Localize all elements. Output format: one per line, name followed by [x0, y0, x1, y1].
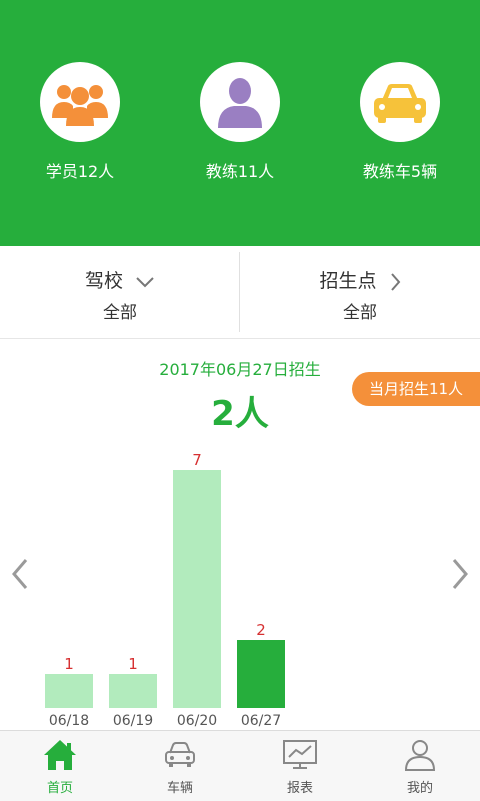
car-outline-icon: [165, 742, 195, 767]
chart-bar-06-19[interactable]: [109, 674, 157, 708]
chart-bar-06-20[interactable]: [173, 470, 221, 708]
nav-reports[interactable]: 报表: [240, 731, 360, 801]
site-filter[interactable]: 招生点 全部: [240, 246, 480, 338]
enrollment-chart: 1 06/18 1 06/19 7 06/20 2 06/27: [45, 451, 285, 729]
month-badge[interactable]: 当月招生11人: [352, 372, 480, 406]
chart-bar-06-18[interactable]: [45, 674, 93, 708]
chart-value-label: 2: [256, 621, 266, 639]
chevron-right-icon: [390, 272, 400, 291]
students-stat[interactable]: 学员12人: [0, 62, 160, 181]
site-filter-value: 全部: [343, 303, 377, 323]
report-icon: [283, 740, 317, 769]
nav-profile-label: 我的: [406, 781, 433, 796]
car-icon: [360, 62, 440, 142]
car-stat[interactable]: 教练车5辆: [320, 62, 480, 181]
chart-value-label: 7: [192, 451, 202, 469]
chart-category-label: 06/27: [241, 713, 281, 729]
nav-reports-label: 报表: [286, 781, 313, 796]
chart-value-label: 1: [64, 655, 74, 673]
nav-home-label: 首页: [46, 781, 73, 796]
car-count-label: 教练车5辆: [362, 162, 438, 181]
site-filter-title: 招生点: [240, 266, 480, 293]
chart-category-label: 06/20: [177, 713, 217, 729]
nav-vehicles-label: 车辆: [166, 781, 193, 796]
header-banner: 学员12人 教练11人 教练车5辆: [0, 0, 480, 246]
school-filter-title: 驾校: [0, 266, 240, 293]
chart-category-label: 06/19: [113, 713, 153, 729]
chart-value-label: 1: [128, 655, 138, 673]
nav-profile[interactable]: 我的: [360, 731, 480, 801]
filter-bar: 驾校 全部 招生点 全部: [0, 246, 480, 339]
chart-category-label: 06/18: [49, 713, 89, 729]
home-icon: [44, 740, 76, 770]
students-icon: [40, 62, 120, 142]
nav-vehicles[interactable]: 车辆: [120, 731, 240, 801]
school-filter[interactable]: 驾校 全部: [0, 246, 240, 338]
students-count-label: 学员12人: [45, 162, 115, 181]
coach-stat[interactable]: 教练11人: [160, 62, 320, 181]
chart-bar-06-27[interactable]: [237, 640, 285, 708]
school-filter-value: 全部: [103, 303, 137, 323]
coach-icon: [200, 62, 280, 142]
profile-icon: [404, 740, 436, 771]
nav-home[interactable]: 首页: [0, 731, 120, 801]
coach-count-label: 教练11人: [205, 162, 275, 181]
chevron-down-icon: [136, 276, 154, 287]
bottom-nav: 首页 车辆 报表 我的: [0, 730, 480, 801]
